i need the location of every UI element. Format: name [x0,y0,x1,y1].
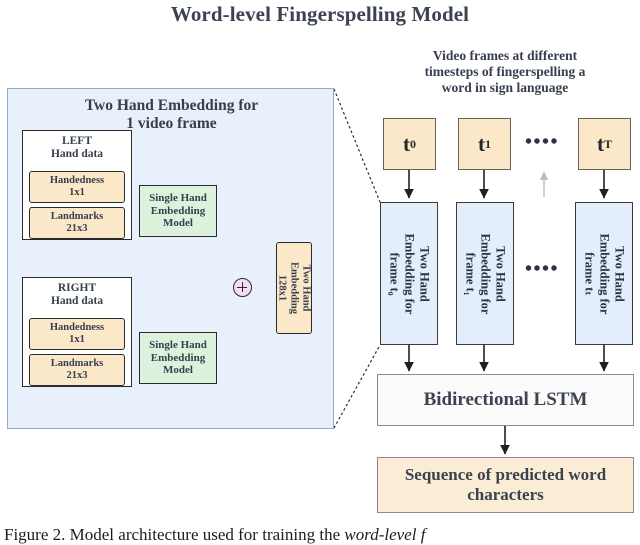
frame-embedding-ellipsis: •••• [524,258,559,280]
frame-embedding-tT-line3: frame tₜ [582,251,597,296]
output-sequence-box: Sequence of predicted word characters [377,457,634,513]
two-hand-embedding-vector-text: Two Hand Embedding 128x1 [276,262,312,314]
timestep-box-t1: t1 [458,118,511,170]
right-hand-data-group: RIGHT Hand data Handedness 1x1 Landmarks… [22,277,132,387]
left-handedness-chip-name: Handedness [49,175,105,187]
video-frames-caption-line3: word in sign language [441,80,569,96]
frame-embedding-box-t0: Two Hand Embedding for frame t₀ [380,202,438,345]
left-landmarks-chip-shape: 21x3 [66,223,88,234]
right-hand-data-label: RIGHT Hand data [23,282,131,308]
frame-embedding-text-t1: Two Hand Embedding for frame t₁ [463,233,508,314]
left-panel-title-line1: Two Hand Embedding for [84,97,259,114]
frame-embedding-t0-line2: Embedding for [402,233,417,314]
timestep-sub-t0: 0 [410,136,416,151]
timestep-box-tT: tT [578,118,631,170]
frame-embedding-tT-line2: Embedding for [597,233,612,314]
right-single-hand-embedding-model: Single Hand Embedding Model [139,332,217,384]
two-hand-embedding-vector-box: Two Hand Embedding 128x1 [276,242,312,334]
video-frames-caption-line2: timesteps of fingerspelling a [424,64,586,80]
two-hand-embedding-line3: 128x1 [277,274,289,302]
timestep-sub-tT: T [603,136,612,151]
bidirectional-lstm-box: Bidirectional LSTM [377,374,634,426]
right-hand-data-label-line2: Hand data [50,295,104,308]
left-landmarks-chip: Landmarks 21x3 [29,207,125,239]
two-hand-embedding-line2: Embedding [288,262,300,314]
right-landmarks-chip-shape: 21x3 [66,370,88,381]
left-hand-data-group: LEFT Hand data Handedness 1x1 Landmarks … [22,130,132,240]
left-hand-data-label-line2: Hand data [50,148,104,161]
video-frames-caption-line1: Video frames at different [432,48,578,63]
right-hand-data-label-line1: RIGHT [57,282,97,294]
left-handedness-chip: Handedness 1x1 [29,171,125,203]
timestep-label-t1: t [478,131,485,156]
timestep-label-t0: t [403,131,410,156]
timestep-ellipsis: •••• [524,131,559,153]
sum-plus-icon [233,278,252,297]
frame-embedding-tT-line1: Two Hand [612,245,627,302]
timestep-box-t0: t0 [383,118,436,170]
frame-embedding-t1-line1: Two Hand [493,245,508,302]
page-title: Word-level Fingerspelling Model [170,2,470,26]
frame-embedding-box-tT: Two Hand Embedding for frame tₜ [575,202,633,345]
right-handedness-chip: Handedness 1x1 [29,318,125,350]
video-frames-caption: Video frames at different timesteps of f… [372,48,638,97]
timestep-label-tT: t [596,131,604,156]
left-hand-data-label: LEFT Hand data [23,135,131,161]
frame-embedding-t1-line2: Embedding for [478,233,493,314]
left-panel-title: Two Hand Embedding for 1 video frame [8,97,335,134]
frame-embedding-box-t1: Two Hand Embedding for frame t₁ [456,202,514,345]
figure-caption-italic: word-level f [344,525,426,544]
two-hand-embedding-line1: Two Hand [300,264,312,312]
left-single-hand-embedding-model: Single Hand Embedding Model [139,185,217,237]
right-handedness-chip-shape: 1x1 [69,334,85,345]
right-landmarks-chip-name: Landmarks [50,358,104,370]
frame-embedding-text-t0: Two Hand Embedding for frame t₀ [387,233,432,314]
figure-caption: Figure 2. Model architecture used for tr… [4,524,636,545]
figure-caption-plain: Figure 2. Model architecture used for tr… [4,525,345,544]
left-handedness-chip-shape: 1x1 [69,187,85,198]
frame-embedding-text-tT: Two Hand Embedding for frame tₜ [582,233,627,314]
right-landmarks-chip: Landmarks 21x3 [29,354,125,386]
frame-embedding-t1-line3: frame t₁ [463,252,478,295]
timestep-sub-t1: 1 [485,136,491,151]
frame-embedding-t0-line1: Two Hand [417,245,432,302]
left-hand-data-label-line1: LEFT [61,135,93,147]
left-landmarks-chip-name: Landmarks [50,211,104,223]
frame-embedding-t0-line3: frame t₀ [387,252,402,295]
right-handedness-chip-name: Handedness [49,322,105,334]
